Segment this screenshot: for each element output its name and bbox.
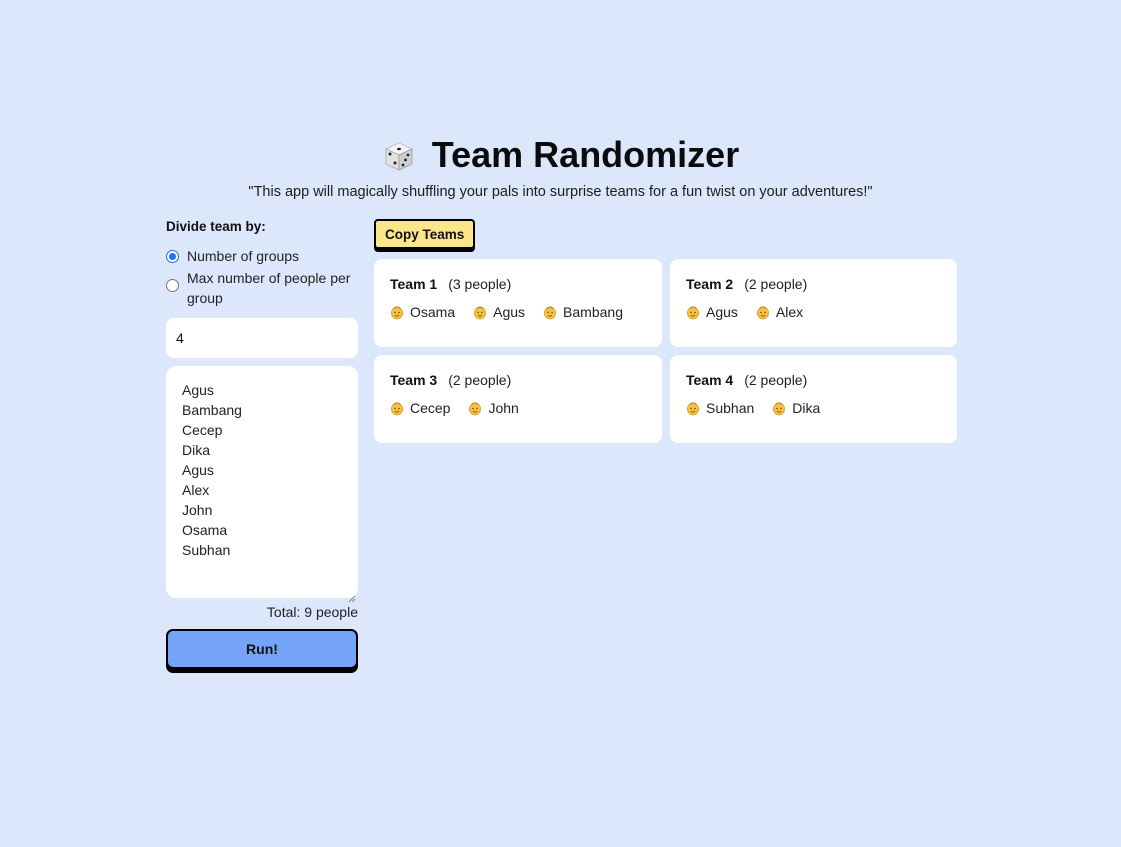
person-icon [686,401,700,416]
member: Agus [686,303,738,321]
name-line: Alex [182,482,210,498]
option-max-people[interactable]: Max number of people per group [166,268,358,308]
team-members: Osama Agus Bambang [390,303,646,321]
resize-grip-icon[interactable] [348,588,356,603]
person-icon [772,401,786,416]
team-name: Team 4 [686,372,734,388]
team-members: Cecep John [390,399,646,417]
person-icon [390,305,404,320]
option-label: Number of groups [187,248,300,264]
name-line: Cecep [182,422,223,438]
member-name: Cecep [410,400,451,416]
team-card: Team 3 (2 people) Cecep John [374,355,662,443]
title-row: Team Randomizer [0,130,1121,180]
team-members: Agus Alex [686,303,941,321]
team-card: Team 4 (2 people) Subhan Dika [670,355,957,443]
team-members: Subhan Dika [686,399,941,417]
team-name: Team 3 [390,372,438,388]
member-name: Dika [792,400,821,416]
team-count: (2 people) [744,276,808,292]
copy-teams-button[interactable]: Copy Teams [374,219,476,249]
member-name: John [488,400,519,416]
person-icon [473,305,487,320]
team-header: Team 3 (2 people) [390,371,646,389]
name-line: Osama [182,522,228,538]
member: Agus [473,303,525,321]
member: Cecep [390,399,450,417]
name-line: Dika [182,442,211,458]
team-name: Team 1 [390,276,438,292]
person-icon [686,305,700,320]
team-card: Team 2 (2 people) Agus Alex [670,259,957,347]
member: Subhan [686,399,754,417]
member-name: Osama [410,304,456,320]
name-line: Agus [182,462,214,478]
option-number-of-groups[interactable]: Number of groups [166,246,358,266]
names-textarea[interactable]: Agus Bambang Cecep Dika Agus Alex John O… [166,366,358,603]
member-name: Agus [493,304,526,320]
member-name: Subhan [706,400,755,416]
team-count: (2 people) [744,372,808,388]
page-title: Team Randomizer [431,134,740,175]
team-count: (2 people) [448,372,512,388]
teams-grid: Team 1 (3 people) Osama Agus Bambang Tea… [374,259,957,443]
total-count: Total: 9 people [266,604,358,620]
group-count-input[interactable]: 4 [166,318,358,358]
name-line: Bambang [182,402,242,418]
team-header: Team 2 (2 people) [686,275,941,293]
member-name: Bambang [563,304,623,320]
name-line: John [182,502,213,518]
member: Dika [772,399,820,417]
option-label: Max number of people per group [187,270,351,306]
person-icon [468,401,482,416]
header: Team Randomizer "This app will magically… [0,130,1121,200]
settings-panel: Divide team by: Number of groups Max num… [166,219,358,669]
page-subtitle: "This app will magically shuffling your … [248,184,873,200]
team-header: Team 1 (3 people) [390,275,646,293]
team-name: Team 2 [686,276,734,292]
person-icon [390,401,404,416]
person-icon [543,305,557,320]
radio-max-people[interactable] [166,279,179,292]
member: Bambang [543,303,623,321]
run-button[interactable]: Run! [166,629,358,669]
person-icon [756,305,770,320]
radio-number-of-groups[interactable] [166,250,179,263]
member: John [468,399,519,417]
team-count: (3 people) [448,276,512,292]
member: Alex [756,303,803,321]
member-name: Agus [706,304,738,320]
team-header: Team 4 (2 people) [686,371,941,389]
name-line: Subhan [182,542,231,558]
team-card: Team 1 (3 people) Osama Agus Bambang [374,259,662,347]
name-line: Agus [182,382,214,398]
member-name: Alex [775,304,804,320]
dice-icon [382,139,416,173]
member: Osama [390,303,455,321]
divide-label: Divide team by: [166,219,266,234]
